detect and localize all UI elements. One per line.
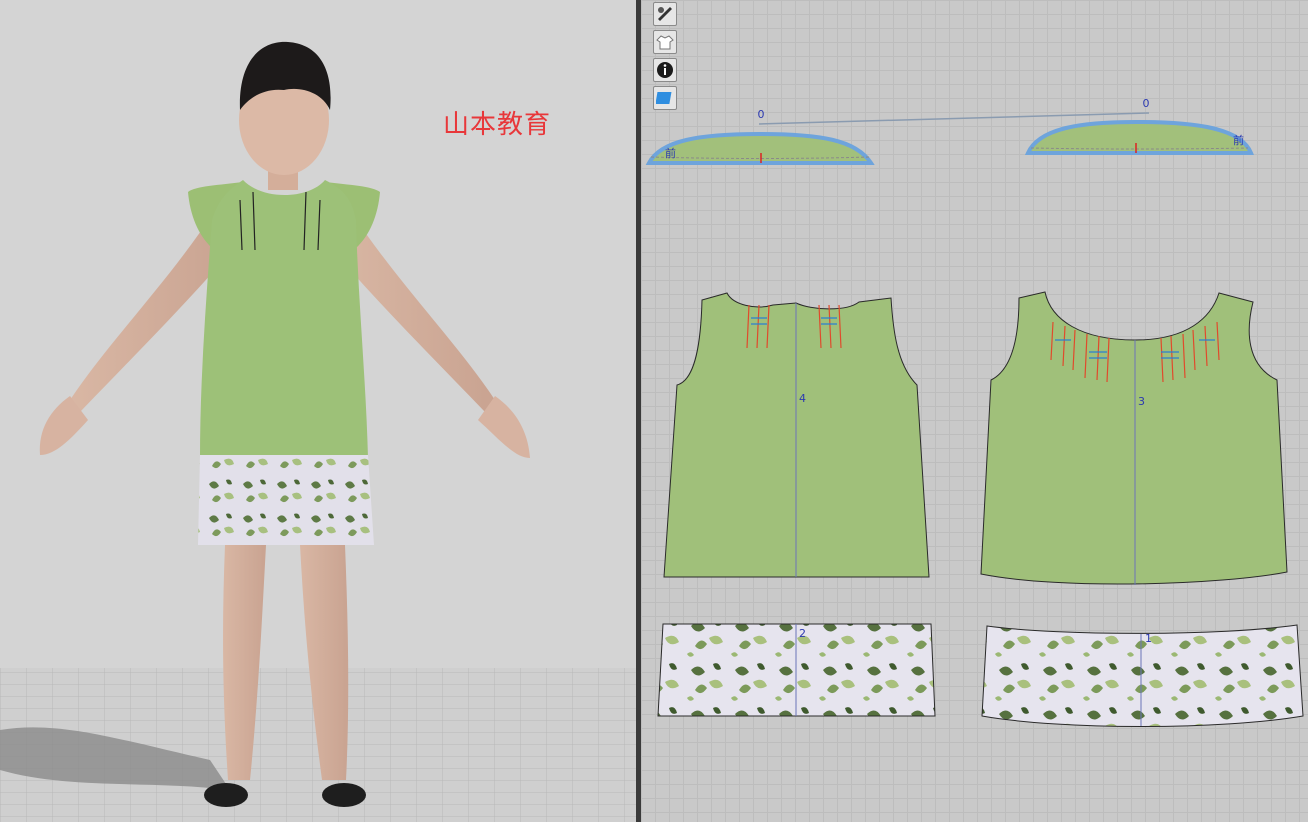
collar-piece-left (645, 131, 875, 165)
collar-piece-right (1024, 119, 1254, 155)
collar-right-tag: 前 (1233, 133, 1244, 147)
watermark-text: 山本教育 (443, 110, 552, 140)
front-hem-band-piece (657, 623, 936, 717)
front-bodice-piece (663, 292, 930, 578)
2d-pattern-window[interactable]: 0 前 0 前 4 3 2 1 (641, 0, 1308, 822)
front-bodice-number: 4 (799, 392, 806, 405)
pattern-canvas: 0 前 0 前 4 3 2 1 (645, 97, 1304, 727)
back-hem-band-piece (981, 624, 1304, 727)
3d-viewport[interactable]: 山本教育 (0, 0, 636, 822)
collar-right-number: 0 (1143, 97, 1150, 110)
back-bodice-piece (980, 291, 1288, 585)
front-hem-band-number: 2 (799, 627, 806, 640)
collar-left-number: 0 (758, 108, 765, 121)
back-hem-band-number: 1 (1145, 632, 1152, 645)
back-bodice-number: 3 (1138, 395, 1145, 408)
collar-left-tag: 前 (665, 146, 676, 160)
